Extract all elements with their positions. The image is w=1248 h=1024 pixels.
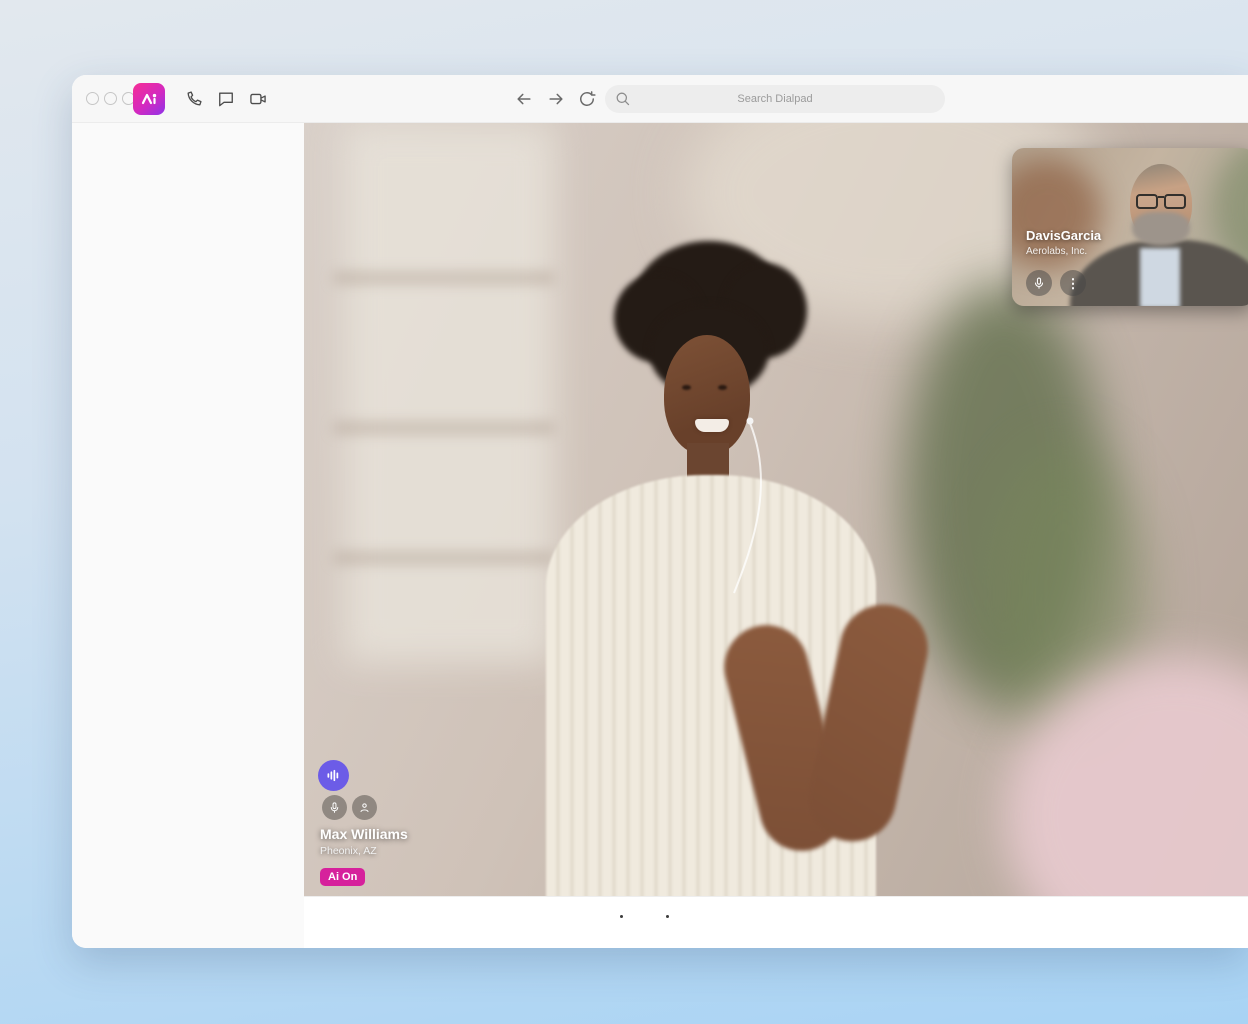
forward-icon[interactable] xyxy=(546,89,566,109)
call-toolbar xyxy=(304,896,1248,948)
ai-on-badge[interactable]: Ai On xyxy=(320,868,365,886)
pip-participant-company: Aerolabs, Inc. xyxy=(1026,246,1101,257)
toolbar-separator-dot xyxy=(666,915,669,918)
toolbar-separator-dot xyxy=(620,915,623,918)
back-icon[interactable] xyxy=(514,89,534,109)
speaker-mic-button[interactable] xyxy=(322,795,347,820)
speaking-indicator-icon xyxy=(318,760,349,791)
sidebar xyxy=(72,123,304,948)
search-icon xyxy=(614,90,631,107)
pip-video-davisgarcia[interactable]: DavisGarcia Aerolabs, Inc. ⋮ xyxy=(1012,148,1248,306)
phone-icon[interactable] xyxy=(184,89,204,109)
speaker-person-button[interactable] xyxy=(352,795,377,820)
search-input[interactable]: Search Dialpad xyxy=(605,85,945,113)
titlebar: Search Dialpad xyxy=(72,75,1248,123)
dialpad-window: Search Dialpad xyxy=(72,75,1248,948)
window-control-close[interactable] xyxy=(86,92,99,105)
glasses xyxy=(1134,194,1188,210)
dialpad-ai-logo[interactable] xyxy=(133,83,165,115)
video-icon[interactable] xyxy=(248,89,268,109)
pip-mic-button[interactable] xyxy=(1026,270,1052,296)
search-placeholder: Search Dialpad xyxy=(605,93,945,105)
speaker-location: Pheonix, AZ xyxy=(320,845,377,857)
reload-icon[interactable] xyxy=(577,89,597,109)
pip-participant-name: DavisGarcia xyxy=(1026,228,1101,243)
pip-more-button[interactable]: ⋮ xyxy=(1060,270,1086,296)
beard xyxy=(1132,212,1190,246)
chat-icon[interactable] xyxy=(216,89,236,109)
video-call-area: DavisGarcia Aerolabs, Inc. ⋮ xyxy=(304,123,1248,948)
main-video-feed: DavisGarcia Aerolabs, Inc. ⋮ xyxy=(304,123,1248,896)
window-control-minimize[interactable] xyxy=(104,92,117,105)
speaker-name: Max Williams xyxy=(320,826,408,842)
